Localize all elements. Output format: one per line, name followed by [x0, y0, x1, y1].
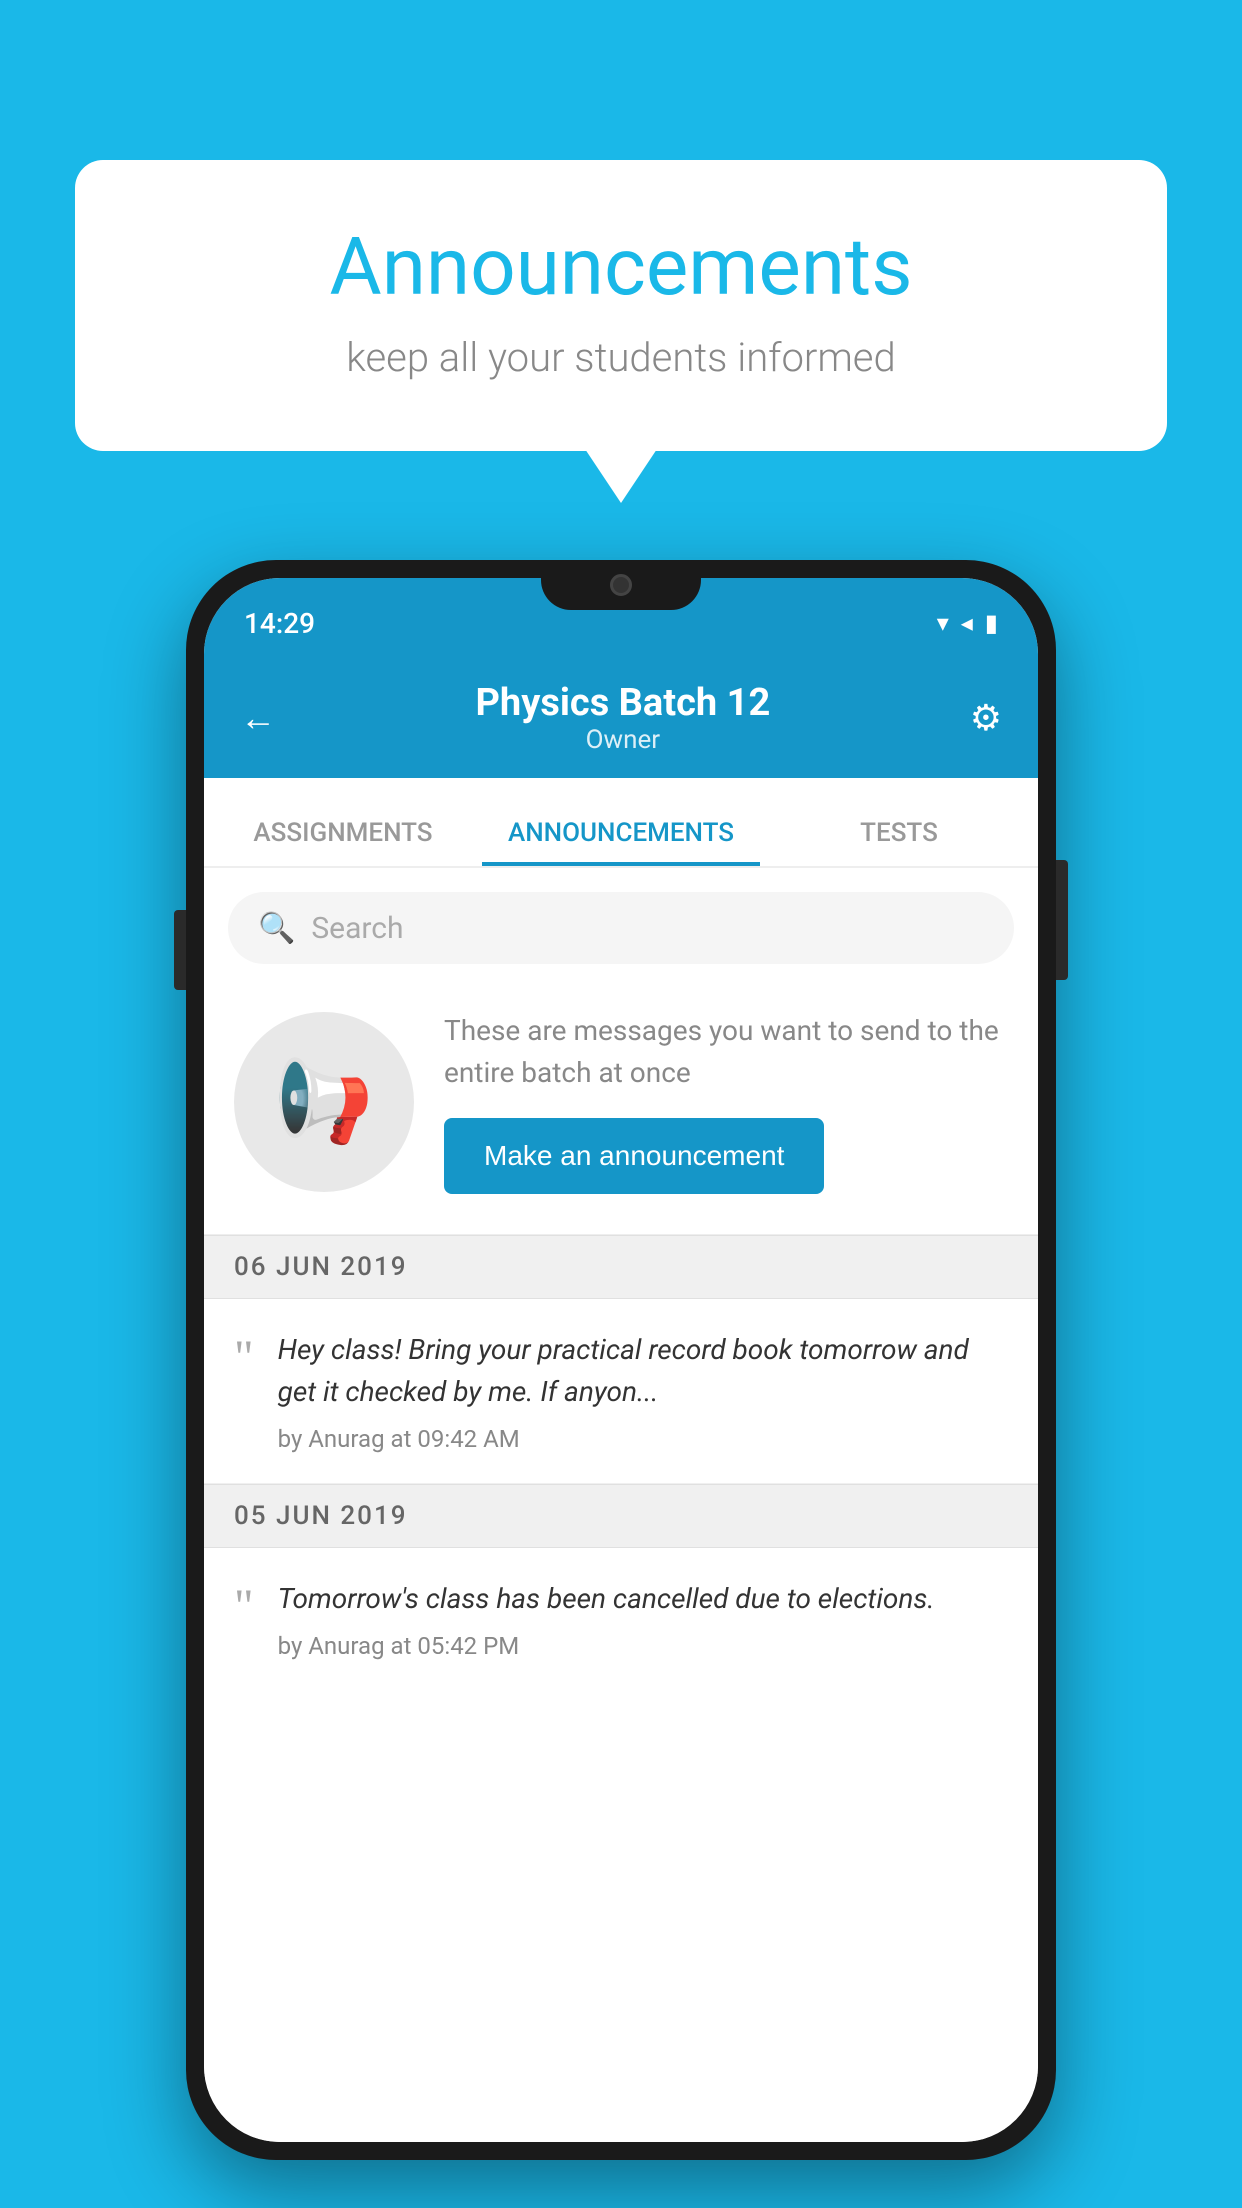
- announcement-right: These are messages you want to send to t…: [444, 1010, 1008, 1194]
- phone-screen: 14:29 ▾ ◂ ▮ ← Physics Batch 12 Owner ⚙: [204, 578, 1038, 2142]
- announcement-icon-circle: 📢: [234, 1012, 414, 1192]
- make-announcement-button[interactable]: Make an announcement: [444, 1118, 824, 1194]
- status-icons: ▾ ◂ ▮: [937, 609, 998, 637]
- header-center: Physics Batch 12 Owner: [475, 681, 770, 755]
- message-meta-2: by Anurag at 05:42 PM: [278, 1632, 1008, 1660]
- tab-assignments[interactable]: ASSIGNMENTS: [204, 818, 482, 866]
- notch-camera: [610, 574, 632, 596]
- search-bar[interactable]: 🔍 Search: [228, 892, 1014, 964]
- header-subtitle: Owner: [475, 725, 770, 755]
- header-title: Physics Batch 12: [475, 681, 770, 725]
- speech-bubble: Announcements keep all your students inf…: [75, 160, 1167, 451]
- tab-tests[interactable]: TESTS: [760, 818, 1038, 866]
- settings-gear-icon[interactable]: ⚙: [970, 697, 1002, 739]
- message-meta-1: by Anurag at 09:42 AM: [278, 1425, 1008, 1453]
- wifi-icon: ▾: [937, 609, 949, 637]
- status-time: 14:29: [244, 607, 315, 640]
- message-text-1: Hey class! Bring your practical record b…: [278, 1329, 1008, 1413]
- megaphone-icon: 📢: [274, 1055, 374, 1149]
- phone-notch: [541, 560, 701, 610]
- tab-bar: ASSIGNMENTS ANNOUNCEMENTS TESTS: [204, 778, 1038, 868]
- app-header: ← Physics Batch 12 Owner ⚙: [204, 658, 1038, 778]
- message-text-2: Tomorrow's class has been cancelled due …: [278, 1578, 1008, 1620]
- speech-bubble-title: Announcements: [155, 220, 1087, 314]
- speech-bubble-subtitle: keep all your students informed: [155, 334, 1087, 381]
- announcement-prompt: 📢 These are messages you want to send to…: [204, 980, 1038, 1235]
- search-icon: 🔍: [258, 911, 295, 946]
- search-placeholder: Search: [311, 911, 403, 946]
- tab-announcements[interactable]: ANNOUNCEMENTS: [482, 818, 760, 866]
- quote-icon-1: ": [234, 1334, 254, 1382]
- content-area: 🔍 Search 📢 These are messages you want t…: [204, 868, 1038, 2142]
- signal-icon: ◂: [961, 609, 973, 637]
- quote-icon-2: ": [234, 1583, 254, 1631]
- message-item-1[interactable]: " Hey class! Bring your practical record…: [204, 1299, 1038, 1484]
- back-button[interactable]: ←: [240, 697, 276, 739]
- message-content-1: Hey class! Bring your practical record b…: [278, 1329, 1008, 1453]
- speech-bubble-section: Announcements keep all your students inf…: [75, 160, 1167, 451]
- phone-mockup: 14:29 ▾ ◂ ▮ ← Physics Batch 12 Owner ⚙: [186, 560, 1056, 2160]
- date-separator-1: 06 JUN 2019: [204, 1235, 1038, 1299]
- battery-icon: ▮: [985, 609, 998, 637]
- announcement-description: These are messages you want to send to t…: [444, 1010, 1008, 1094]
- message-item-2[interactable]: " Tomorrow's class has been cancelled du…: [204, 1548, 1038, 1690]
- message-content-2: Tomorrow's class has been cancelled due …: [278, 1578, 1008, 1660]
- date-separator-2: 05 JUN 2019: [204, 1484, 1038, 1548]
- phone-outer: 14:29 ▾ ◂ ▮ ← Physics Batch 12 Owner ⚙: [186, 560, 1056, 2160]
